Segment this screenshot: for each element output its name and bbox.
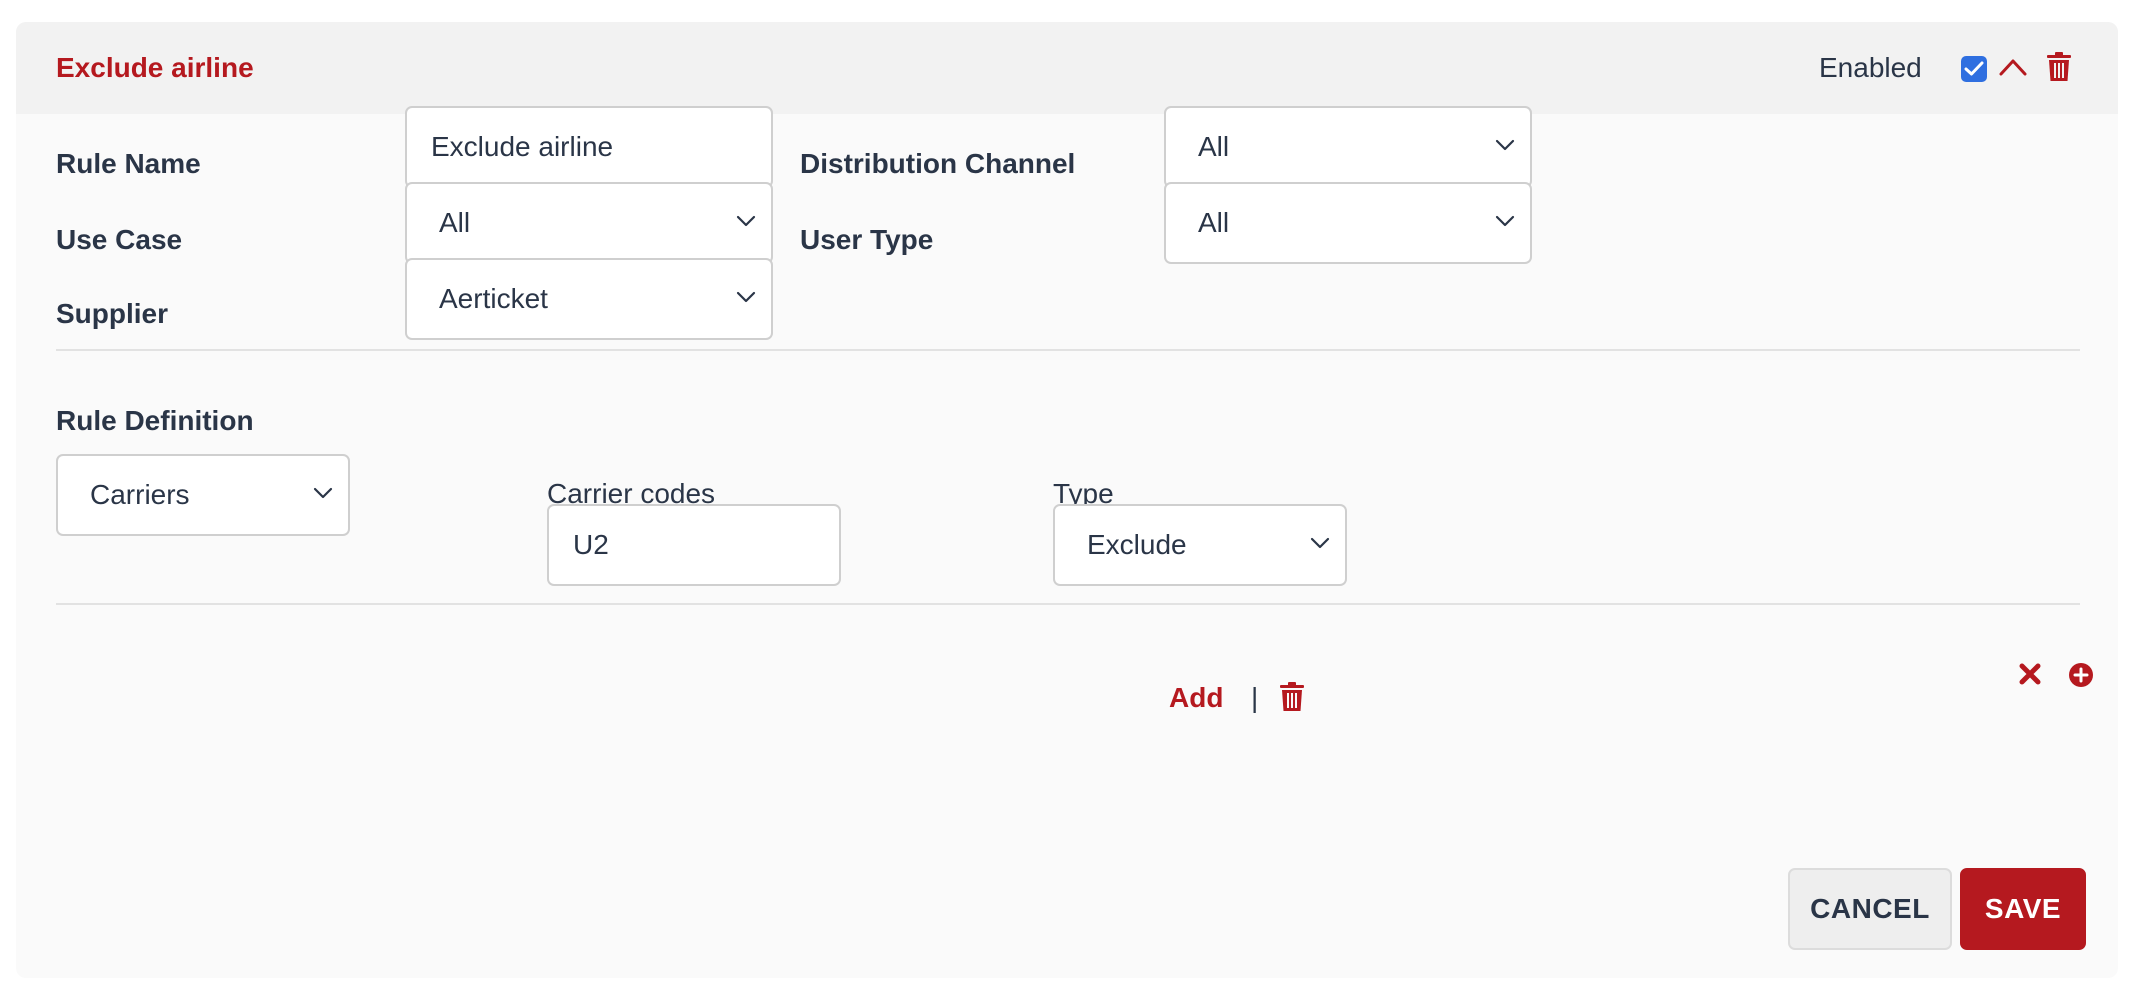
user-type-label: User Type <box>800 224 934 255</box>
carrier-codes-input[interactable]: U2 <box>547 504 841 586</box>
link-separator: | <box>1251 682 1259 713</box>
condition-select[interactable]: Carriers <box>56 454 350 536</box>
chevron-down-icon <box>1495 215 1515 227</box>
add-carrier-link[interactable]: Add <box>1169 682 1223 714</box>
supplier-value: Aerticket <box>439 283 548 314</box>
use-case-value: All <box>439 207 471 238</box>
trash-icon[interactable] <box>1279 682 1305 712</box>
save-button[interactable]: SAVE <box>1960 868 2086 950</box>
rule-name-label: Rule Name <box>56 148 201 179</box>
use-case-select[interactable]: All <box>405 182 773 264</box>
chevron-down-icon <box>313 487 333 499</box>
user-type-select[interactable]: All <box>1164 182 1532 264</box>
use-case-label: Use Case <box>56 224 183 255</box>
carrier-codes-value: U2 <box>573 529 609 560</box>
rule-name-value: Exclude airline <box>431 131 614 162</box>
add-condition-icon[interactable] <box>2068 662 2094 688</box>
supplier-select[interactable]: Aerticket <box>405 258 773 340</box>
distribution-channel-value: All <box>1198 131 1230 162</box>
rule-definition-heading: Rule Definition <box>56 405 254 436</box>
distribution-channel-label: Distribution Channel <box>800 148 1076 179</box>
rule-card-header[interactable]: Exclude airline Enabled <box>16 22 2118 114</box>
distribution-channel-select[interactable]: All <box>1164 106 1532 188</box>
footer-divider <box>56 603 2080 605</box>
type-value: Exclude <box>1087 529 1187 560</box>
trash-icon[interactable] <box>2046 52 2072 82</box>
supplier-label: Supplier <box>56 298 169 329</box>
chevron-down-icon <box>736 215 756 227</box>
chevron-up-icon[interactable] <box>1998 54 2028 80</box>
chevron-down-icon <box>1310 537 1330 549</box>
rule-name-input[interactable]: Exclude airline <box>405 106 773 188</box>
rule-card: Exclude airline Enabled Rule Name Exclud… <box>16 22 2118 978</box>
cancel-button[interactable]: CANCEL <box>1788 868 1952 950</box>
user-type-value: All <box>1198 207 1230 238</box>
chevron-down-icon <box>1495 139 1515 151</box>
rule-title: Exclude airline <box>56 52 254 83</box>
chevron-down-icon <box>736 291 756 303</box>
condition-value: Carriers <box>90 479 190 510</box>
check-icon <box>1964 61 1984 76</box>
enabled-label: Enabled <box>1819 52 1922 83</box>
remove-condition-icon[interactable] <box>2018 662 2042 686</box>
section-divider <box>56 349 2080 351</box>
type-select[interactable]: Exclude <box>1053 504 1347 586</box>
enabled-checkbox[interactable] <box>1961 56 1987 82</box>
